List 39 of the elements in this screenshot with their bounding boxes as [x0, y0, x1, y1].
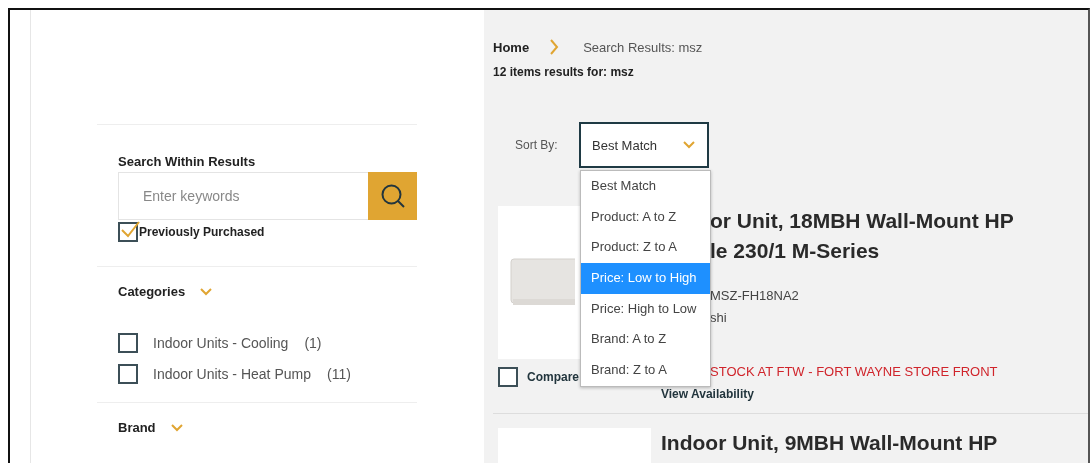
menu-item[interactable]: Product: Z to A [581, 232, 710, 264]
menu-item[interactable]: Best Match [581, 171, 710, 202]
checkbox-label: Compare [527, 370, 579, 384]
checkbox[interactable] [118, 222, 138, 242]
checkbox-label: Previously Purchased [139, 225, 265, 239]
search-field[interactable]: Enter keywords [118, 172, 368, 220]
section-title: Search Within Results [118, 154, 257, 169]
menu-item[interactable]: Price: High to Low [581, 293, 710, 325]
checkbox[interactable] [498, 367, 518, 387]
search-icon [379, 183, 406, 209]
checkbox[interactable] [118, 333, 138, 353]
product-title[interactable]: or Unit, 18MBH Wall-Mount HP [710, 206, 1014, 236]
product-detail: shi [710, 309, 727, 327]
stock-status: STOCK AT FTW - FORT WAYNE STORE FRONT [710, 364, 998, 379]
breadcrumb-current: Search Results: msz [583, 39, 703, 55]
chevron-down-icon [683, 141, 695, 149]
checkmark-icon [120, 220, 140, 238]
product-title[interactable]: Indoor Unit, 9MBH Wall-Mount HP [661, 428, 998, 458]
menu-item[interactable]: Brand: A to Z [581, 324, 710, 356]
results-summary: 12 items results for: msz [493, 65, 635, 79]
chevron-down-icon [170, 423, 183, 432]
filter-option-label: Indoor Units - Heat Pump [153, 366, 311, 382]
chevron-down-icon [200, 287, 213, 296]
checkbox[interactable] [118, 364, 138, 384]
menu-item[interactable]: Product: A to Z [581, 201, 710, 233]
availability-link[interactable]: View Availability [661, 387, 754, 401]
sort-dropdown[interactable]: Best Match [579, 122, 709, 168]
filter-heading[interactable]: Categories [118, 284, 186, 299]
filter-heading[interactable]: Brand [118, 420, 156, 435]
search-button[interactable] [368, 172, 417, 220]
item-count: (11) [326, 366, 351, 382]
menu-item[interactable]: Brand: Z to A [581, 355, 710, 386]
product-detail: MSZ-FH18NA2 [710, 287, 799, 305]
product-title[interactable]: le 230/1 M-Series [710, 236, 1014, 266]
item-count: (1) [304, 335, 322, 351]
breadcrumb-link[interactable]: Home [493, 39, 530, 55]
chevron-right-icon [549, 39, 560, 55]
sort-label: Sort By: [515, 138, 559, 152]
filter-option-label: Indoor Units - Cooling [153, 335, 289, 351]
